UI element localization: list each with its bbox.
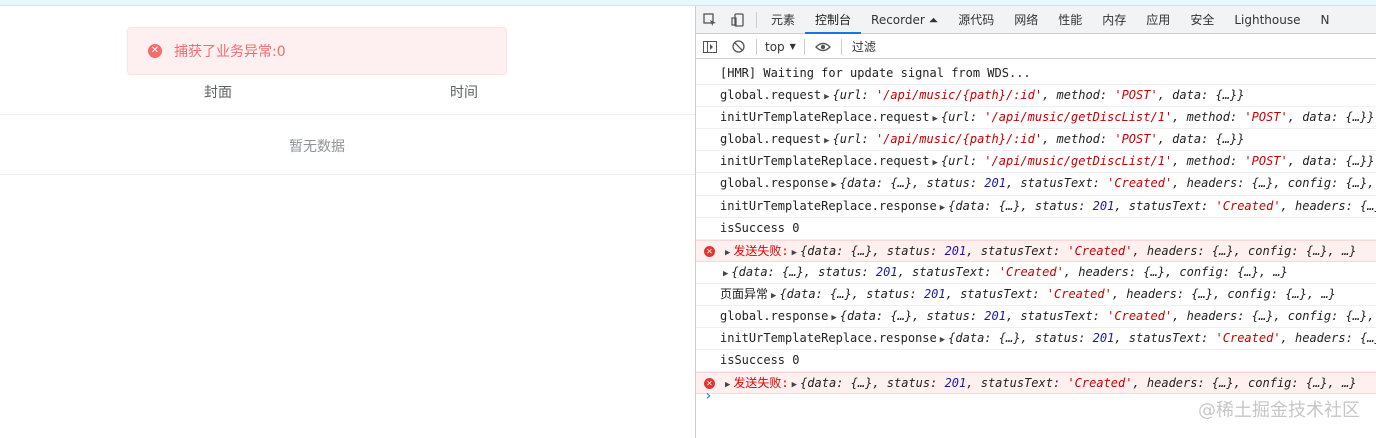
console-log-row[interactable]: initUrTemplateReplace.request ▶ {url: '/ap… <box>696 151 1376 174</box>
expand-triangle-icon[interactable]: ▶ <box>771 291 776 301</box>
error-toast: ✕ 捕获了业务异常:0 <box>127 27 507 75</box>
console-prompt-icon[interactable]: › <box>704 388 712 404</box>
console-log-row[interactable]: global.response ▶ {data: {…}, status: 201,… <box>696 306 1376 329</box>
expand-triangle-icon[interactable]: ▶ <box>940 203 945 213</box>
console-object-preview[interactable]: {data: {…}, status: 201, statusText: 'Cr… <box>800 376 1356 390</box>
console-object-preview[interactable]: {data: {…}, status: 201, statusText: 'Cr… <box>800 244 1356 258</box>
console-message-prefix: isSuccess 0 <box>720 220 800 235</box>
chevron-down-icon: ▼ <box>789 42 796 51</box>
expand-triangle-icon[interactable]: ▶ <box>824 92 829 102</box>
console-object-preview[interactable]: {data: {…}, status: 201, statusText: 'Cr… <box>948 199 1376 213</box>
console-message-prefix: 页面异常 <box>720 286 769 301</box>
tab-application[interactable]: 应用 <box>1136 6 1180 34</box>
expand-triangle-icon[interactable]: ▶ <box>723 269 728 279</box>
console-object-preview[interactable]: {data: {…}, status: 201, statusText: 'Cr… <box>840 176 1376 190</box>
console-object-preview[interactable]: {data: {…}, status: 201, statusText: 'Cr… <box>779 287 1335 301</box>
tab-lighthouse[interactable]: Lighthouse <box>1224 6 1310 34</box>
console-log-row[interactable]: initUrTemplateReplace.response ▶ {data: {…… <box>696 328 1376 351</box>
context-selector[interactable]: top ▼ <box>761 40 800 54</box>
console-message-prefix: initUrTemplateReplace.response <box>720 198 937 213</box>
console-message-prefix: initUrTemplateReplace.request <box>720 154 930 169</box>
expand-triangle-icon[interactable]: ▶ <box>933 114 938 124</box>
console-toolbar: top ▼ 过滤 <box>696 35 1376 59</box>
expand-triangle-icon[interactable]: ▶ <box>831 313 836 323</box>
context-label: top <box>765 39 785 54</box>
tab-recorder[interactable]: Recorder ⏶ <box>861 6 948 34</box>
tab-console[interactable]: 控制台 <box>805 6 862 34</box>
eye-icon[interactable] <box>809 33 837 61</box>
inspect-element-icon[interactable] <box>696 6 724 34</box>
tab-elements[interactable]: 元素 <box>761 6 805 34</box>
expand-triangle-icon[interactable]: ▶ <box>725 380 730 390</box>
tab-network[interactable]: 网络 <box>1004 6 1048 34</box>
expand-triangle-icon[interactable]: ▶ <box>940 335 945 345</box>
console-object-preview[interactable]: {data: {…}, status: 201, statusText: 'Cr… <box>731 265 1287 279</box>
console-error-row[interactable]: ✕ ▶ 发送失败: ▶ {data: {…}, status: 201, statusT… <box>696 372 1376 395</box>
close-circle-icon: ✕ <box>148 44 162 58</box>
console-message-prefix: global.request <box>720 132 822 147</box>
tab-sources[interactable]: 源代码 <box>948 6 1004 34</box>
expand-triangle-icon[interactable]: ▶ <box>792 248 797 258</box>
devtools-pane: 元素 控制台 Recorder ⏶ 源代码 网络 性能 内存 应用 安全 Lig… <box>695 6 1376 438</box>
watermark: @稀土掘金技术社区 <box>1198 400 1360 421</box>
console-log-row[interactable]: ▶ {data: {…}, status: 201, statusText: 'C… <box>696 262 1376 284</box>
empty-state-text: 暂无数据 <box>289 139 345 155</box>
console-log-row[interactable]: global.request ▶ {url: '/api/music/{path}/… <box>696 85 1376 108</box>
column-header-time[interactable]: 时间 <box>450 82 478 102</box>
toolbar-separator <box>840 38 842 55</box>
clear-console-icon[interactable] <box>724 33 752 61</box>
filter-input[interactable]: 过滤 <box>852 38 876 55</box>
console-message-prefix: global.response <box>720 176 829 191</box>
error-icon: ✕ <box>704 245 715 257</box>
console-object-preview[interactable]: {url: '/api/music/getDiscList/1', method… <box>941 110 1375 124</box>
console-log-row[interactable]: isSuccess 0 <box>696 218 1376 240</box>
table-bottom-divider <box>0 174 695 175</box>
console-message-prefix: global.request <box>720 88 822 103</box>
console-log-row[interactable]: 页面异常 ▶ {data: {…}, status: 201, statusText… <box>696 284 1376 307</box>
column-header-cover[interactable]: 封面 <box>204 82 232 102</box>
toolbar-separator <box>803 38 805 55</box>
expand-triangle-icon[interactable]: ▶ <box>831 180 836 190</box>
toolbar-separator <box>756 11 757 28</box>
devtools-tabbar: 元素 控制台 Recorder ⏶ 源代码 网络 性能 内存 应用 安全 Lig… <box>696 6 1376 34</box>
console-log-row[interactable]: global.request ▶ {url: '/api/music/{path}/… <box>696 129 1376 152</box>
toolbar-separator <box>756 38 757 55</box>
app-pane: ✕ 捕获了业务异常:0 封面 时间 暂无数据 <box>0 6 695 438</box>
console-object-preview[interactable]: {url: '/api/music/{path}/:id', method: '… <box>833 88 1245 102</box>
expand-triangle-icon[interactable]: ▶ <box>725 248 730 258</box>
expand-triangle-icon[interactable]: ▶ <box>824 136 829 146</box>
device-toolbar-icon[interactable] <box>724 6 752 34</box>
sidebar-toggle-icon[interactable] <box>696 33 724 61</box>
console-log-row[interactable]: global.response ▶ {data: {…}, status: 201,… <box>696 173 1376 196</box>
console-log-row[interactable]: initUrTemplateReplace.response ▶ {data: {…… <box>696 196 1376 218</box>
console-message-prefix: 发送失败: <box>733 376 789 391</box>
console-message-prefix: 发送失败: <box>733 243 789 258</box>
console-message-prefix: isSuccess 0 <box>720 353 800 368</box>
tab-memory[interactable]: 内存 <box>1092 6 1136 34</box>
console-object-preview[interactable]: {data: {…}, status: 201, statusText: 'Cr… <box>840 309 1376 323</box>
tab-security[interactable]: 安全 <box>1180 6 1224 34</box>
console-message-prefix: initUrTemplateReplace.request <box>720 110 930 125</box>
expand-triangle-icon[interactable]: ▶ <box>792 380 797 390</box>
console-error-row[interactable]: ✕ ▶ 发送失败: ▶ {data: {…}, status: 201, statusT… <box>696 239 1376 262</box>
console-object-preview[interactable]: {url: '/api/music/{path}/:id', method: '… <box>833 132 1245 146</box>
console-log-row[interactable]: initUrTemplateReplace.request ▶ {url: '/ap… <box>696 107 1376 130</box>
tab-performance[interactable]: 性能 <box>1048 6 1092 34</box>
console-log-row[interactable]: [HMR] Waiting for update signal from WDS… <box>696 63 1376 86</box>
tab-more[interactable]: N <box>1310 6 1339 34</box>
console-message-prefix: global.response <box>720 309 829 324</box>
console-object-preview[interactable]: {data: {…}, status: 201, statusText: 'Cr… <box>948 331 1376 345</box>
console-message-prefix: [HMR] Waiting for update signal from WDS… <box>720 66 1031 80</box>
toast-message: 捕获了业务异常:0 <box>174 44 286 60</box>
table-header-divider <box>0 114 695 115</box>
console-message-prefix: initUrTemplateReplace.response <box>720 331 937 346</box>
console-object-preview[interactable]: {url: '/api/music/getDiscList/1', method… <box>941 154 1375 168</box>
console-log-row[interactable]: isSuccess 0 <box>696 350 1376 373</box>
console-log: [HMR] Waiting for update signal from WDS… <box>696 63 1376 395</box>
expand-triangle-icon[interactable]: ▶ <box>933 158 938 168</box>
